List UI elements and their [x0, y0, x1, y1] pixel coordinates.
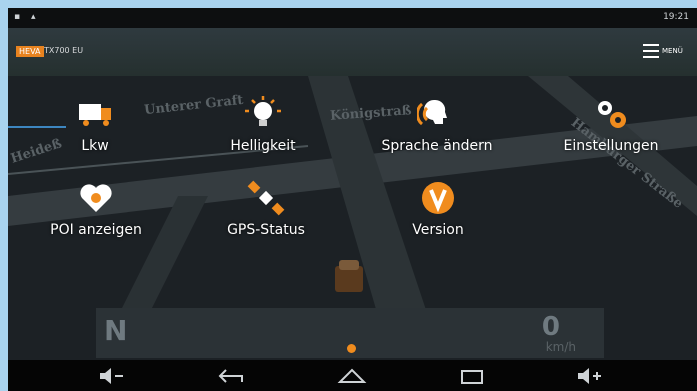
tile-lkw[interactable]: Lkw	[60, 94, 130, 154]
hamburger-icon	[643, 44, 659, 58]
bulb-icon	[245, 96, 281, 126]
volume-down-icon[interactable]	[92, 366, 132, 386]
vehicle-marker-icon	[335, 260, 363, 292]
tile-label: Helligkeit	[230, 138, 296, 154]
menu-button[interactable]: MENÜ	[643, 42, 691, 62]
tile-label: POI anzeigen	[50, 222, 142, 238]
title-bar: HEVA TX700 EU MENÜ	[8, 28, 697, 76]
gears-icon	[598, 101, 626, 128]
status-time: 19:21	[663, 12, 689, 22]
volume-up-icon[interactable]	[572, 366, 612, 386]
version-v-icon	[422, 182, 454, 214]
position-dot	[347, 344, 356, 353]
poi-heart-icon	[80, 184, 112, 212]
callout-pointer	[8, 126, 66, 128]
truck-icon	[79, 104, 111, 126]
tile-version[interactable]: Version	[398, 178, 478, 238]
status-bar: ▪ ▴ 19:21	[8, 8, 697, 28]
home-icon[interactable]	[332, 366, 372, 386]
tile-label: Sprache ändern	[381, 138, 493, 154]
tile-label: GPS-Status	[227, 222, 305, 238]
tile-label: Version	[412, 222, 464, 238]
tile-gps-status[interactable]: GPS-Status	[216, 178, 316, 238]
speed-unit: km/h	[545, 340, 576, 354]
recents-icon[interactable]	[452, 366, 492, 386]
tile-sprache[interactable]: Sprache ändern	[372, 94, 502, 154]
tile-label: Einstellungen	[563, 138, 659, 154]
tile-einstellungen[interactable]: Einstellungen	[556, 94, 666, 154]
tile-poi[interactable]: POI anzeigen	[36, 178, 156, 238]
android-nav-bar	[8, 360, 697, 391]
satellite-icon	[247, 180, 285, 216]
speech-icon	[417, 99, 447, 126]
tile-helligkeit[interactable]: Helligkeit	[220, 94, 306, 154]
device-screen: ▪ ▴ 19:21 HEVA TX700 EU MENÜ Unterer Gra…	[8, 8, 697, 391]
back-icon[interactable]	[212, 366, 252, 386]
tile-label: Lkw	[81, 138, 109, 154]
brand-logo: HEVA	[16, 46, 44, 57]
status-left-icons: ▪ ▴	[14, 12, 40, 22]
heading-indicator: N	[104, 314, 128, 347]
device-model: TX700 EU	[44, 46, 84, 55]
speed-value: 0	[541, 312, 560, 342]
menu-label: MENÜ	[662, 47, 683, 55]
